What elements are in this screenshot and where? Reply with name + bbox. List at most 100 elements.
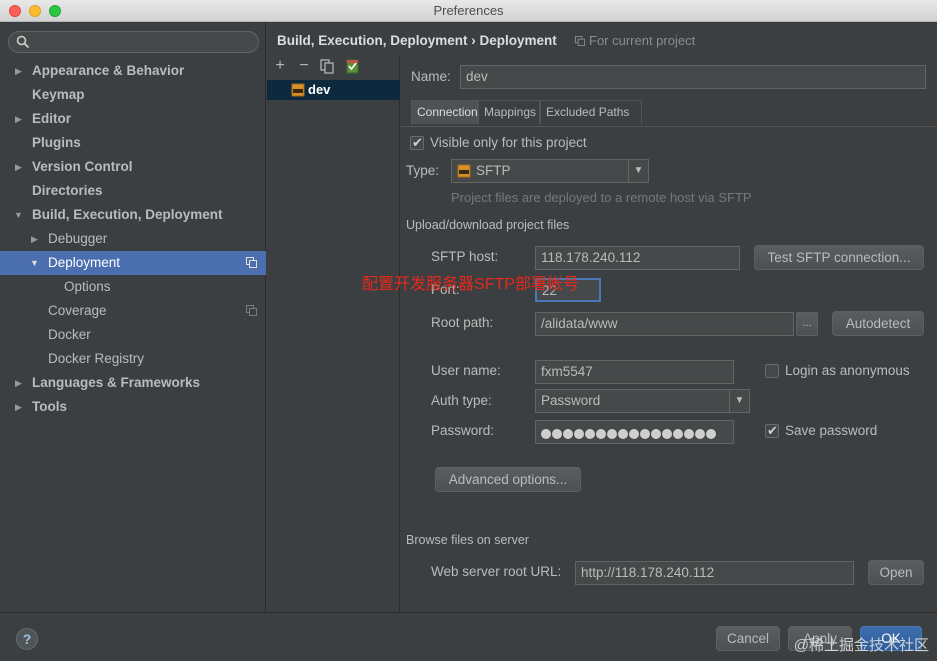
name-label: Name: xyxy=(411,69,451,84)
window-title: Preferences xyxy=(433,3,504,18)
sidebar-item-tools[interactable]: ▶ Tools xyxy=(0,395,266,419)
autodetect-button[interactable]: Autodetect xyxy=(832,311,924,336)
annotation-text: 配置开发服务器SFTP部署帐号 xyxy=(362,276,579,293)
type-select[interactable]: SFTP ▼ xyxy=(451,159,649,183)
password-dot xyxy=(585,429,595,439)
password-dot xyxy=(618,429,628,439)
password-dot xyxy=(541,429,551,439)
expand-arrow-icon: ▶ xyxy=(15,66,22,76)
check-icon: ✔ xyxy=(412,135,423,150)
user-name-input[interactable]: fxm5547 xyxy=(535,360,734,384)
sidebar-item-options[interactable]: Options xyxy=(0,275,266,299)
sidebar-item-plugins[interactable]: Plugins xyxy=(0,131,266,155)
password-dot xyxy=(596,429,606,439)
check-icon: ✔ xyxy=(767,423,778,438)
password-dot xyxy=(629,429,639,439)
expand-arrow-icon: ▶ xyxy=(15,402,22,412)
server-list-panel: + − dev xyxy=(267,56,400,612)
deployment-config-panel: Name: dev Connection Mappings Excluded P… xyxy=(401,56,937,612)
cancel-button[interactable]: Cancel xyxy=(716,626,780,651)
login-anonymous-checkbox[interactable] xyxy=(765,364,779,378)
scope-label: For current project xyxy=(589,33,696,48)
sidebar-item-directories[interactable]: Directories xyxy=(0,179,266,203)
scope-note: For current project xyxy=(575,33,695,48)
sidebar-item-deployment[interactable]: ▼ Deployment xyxy=(0,251,266,275)
sidebar-item-languages-frameworks[interactable]: ▶ Languages & Frameworks xyxy=(0,371,266,395)
visible-only-label: Visible only for this project xyxy=(430,135,587,150)
web-root-url-input[interactable]: http://118.178.240.112 xyxy=(575,561,854,585)
settings-sidebar: ▶ Appearance & Behavior Keymap ▶ Editor … xyxy=(0,22,266,612)
project-scope-icon xyxy=(246,305,257,316)
type-label: Type: xyxy=(406,163,440,178)
remove-server-button[interactable]: − xyxy=(295,57,313,75)
web-root-url-label: Web server root URL: xyxy=(431,564,562,579)
server-item-dev[interactable]: dev xyxy=(267,80,400,100)
project-scope-icon xyxy=(246,257,257,268)
tab-connection[interactable]: Connection xyxy=(411,100,478,124)
password-dot xyxy=(662,429,672,439)
auth-type-select[interactable]: Password ▼ xyxy=(535,389,750,413)
sftp-host-input[interactable]: 118.178.240.112 xyxy=(535,246,740,270)
sftp-host-label: SFTP host: xyxy=(431,249,499,264)
name-input[interactable]: dev xyxy=(460,65,926,89)
tab-excluded-paths[interactable]: Excluded Paths xyxy=(540,100,642,124)
password-dot xyxy=(706,429,716,439)
save-password-checkbox[interactable]: ✔ xyxy=(765,423,779,438)
open-url-button[interactable]: Open xyxy=(868,560,924,585)
sidebar-item-version-control[interactable]: ▶ Version Control xyxy=(0,155,266,179)
sftp-server-icon xyxy=(291,83,305,97)
auth-type-value: Password xyxy=(541,393,601,408)
watermark-text: @稀土掘金技术社区 xyxy=(793,637,929,654)
type-select-value: SFTP xyxy=(476,163,511,178)
collapse-arrow-icon: ▼ xyxy=(14,210,23,220)
expand-arrow-icon: ▶ xyxy=(15,378,22,388)
visible-only-checkbox[interactable]: ✔ xyxy=(410,135,424,150)
chevron-down-icon: ▼ xyxy=(628,160,648,182)
password-label: Password: xyxy=(431,423,495,438)
expand-arrow-icon: ▶ xyxy=(15,162,22,172)
breadcrumb: Build, Execution, Deployment › Deploymen… xyxy=(277,33,557,48)
copy-server-icon[interactable] xyxy=(320,59,335,74)
dialog-footer: ? Cancel Apply OK @稀土掘金技术社区 xyxy=(0,612,937,661)
sidebar-item-docker-registry[interactable]: Docker Registry xyxy=(0,347,266,371)
save-password-label: Save password xyxy=(785,423,878,438)
advanced-options-button[interactable]: Advanced options... xyxy=(435,467,581,492)
expand-arrow-icon: ▶ xyxy=(31,234,38,244)
help-button[interactable]: ? xyxy=(16,628,38,650)
login-anonymous-label: Login as anonymous xyxy=(785,363,910,378)
add-server-button[interactable]: + xyxy=(271,57,289,75)
search-icon xyxy=(16,35,30,49)
collapse-arrow-icon: ▼ xyxy=(30,258,39,268)
sidebar-item-editor[interactable]: ▶ Editor xyxy=(0,107,266,131)
password-dot xyxy=(673,429,683,439)
tab-divider xyxy=(401,126,937,127)
server-item-label: dev xyxy=(308,82,331,97)
set-default-server-icon[interactable] xyxy=(345,59,360,74)
sidebar-item-docker[interactable]: Docker xyxy=(0,323,266,347)
password-input[interactable] xyxy=(535,420,734,444)
browse-section-title: Browse files on server xyxy=(406,533,529,547)
sidebar-item-build-execution-deployment[interactable]: ▼ Build, Execution, Deployment xyxy=(0,203,266,227)
upload-section-title: Upload/download project files xyxy=(406,218,570,232)
user-name-label: User name: xyxy=(431,363,501,378)
browse-root-button[interactable]: ... xyxy=(796,312,818,336)
sidebar-item-keymap[interactable]: Keymap xyxy=(0,83,266,107)
password-dot xyxy=(574,429,584,439)
password-dot xyxy=(651,429,661,439)
tab-mappings[interactable]: Mappings xyxy=(478,100,540,124)
root-path-input[interactable]: /alidata/www xyxy=(535,312,794,336)
root-path-label: Root path: xyxy=(431,315,494,330)
test-connection-button[interactable]: Test SFTP connection... xyxy=(754,245,924,270)
expand-arrow-icon: ▶ xyxy=(15,114,22,124)
password-dot xyxy=(607,429,617,439)
sidebar-item-debugger[interactable]: ▶ Debugger xyxy=(0,227,266,251)
auth-type-label: Auth type: xyxy=(431,393,492,408)
sidebar-item-coverage[interactable]: Coverage xyxy=(0,299,266,323)
password-dot xyxy=(552,429,562,439)
project-scope-icon xyxy=(575,36,585,46)
title-bar: Preferences xyxy=(0,0,937,22)
sftp-type-icon xyxy=(457,164,471,178)
sidebar-item-appearance-behavior[interactable]: ▶ Appearance & Behavior xyxy=(0,59,266,83)
password-dot xyxy=(640,429,650,439)
search-input[interactable] xyxy=(8,31,259,53)
